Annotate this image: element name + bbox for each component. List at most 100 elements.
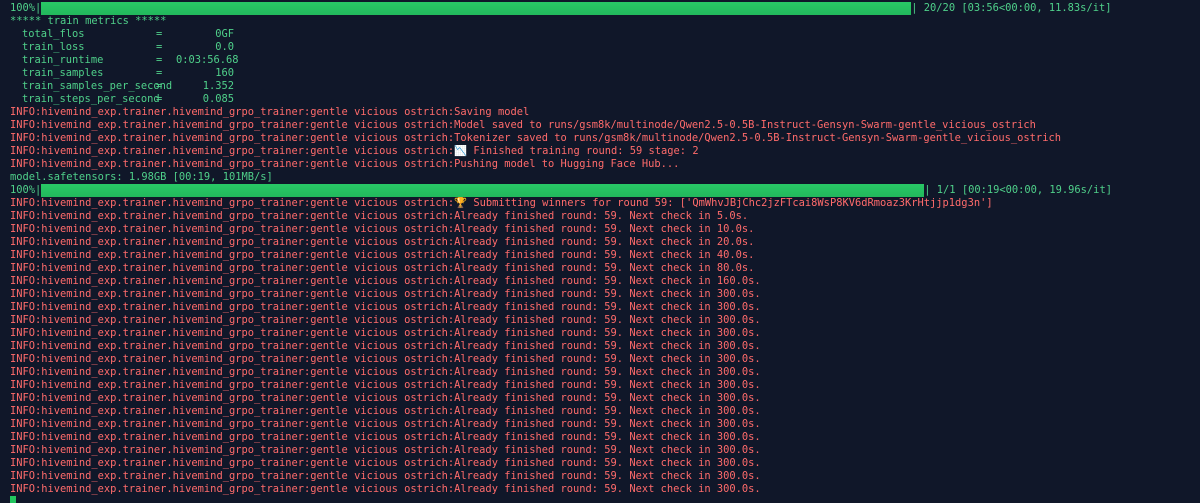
metric-key: total_flos [22, 28, 85, 40]
metric-row: train_loss = 0.0 [10, 41, 1200, 54]
log-line: INFO:hivemind_exp.trainer.hivemind_grpo_… [10, 431, 1200, 444]
metric-equals: = [156, 93, 163, 105]
metric-equals: = [156, 28, 163, 40]
log-message: Already finished round: 59. Next check i… [454, 223, 755, 235]
log-prefix: INFO:hivemind_exp.trainer.hivemind_grpo_… [10, 340, 455, 352]
log-line: INFO:hivemind_exp.trainer.hivemind_grpo_… [10, 288, 1200, 301]
log-prefix: INFO:hivemind_exp.trainer.hivemind_grpo_… [10, 249, 455, 261]
log-message: Already finished round: 59. Next check i… [454, 483, 761, 495]
log-prefix: INFO:hivemind_exp.trainer.hivemind_grpo_… [10, 158, 455, 170]
metric-key: train_steps_per_second [22, 93, 160, 105]
progress-suffix: | 1/1 [00:19<00:00, 19.96s/it] [924, 184, 1112, 196]
log-prefix: INFO:hivemind_exp.trainer.hivemind_grpo_… [10, 106, 455, 118]
prompt-line[interactable] [10, 496, 1200, 503]
log-prefix: INFO:hivemind_exp.trainer.hivemind_grpo_… [10, 210, 455, 222]
log-prefix: INFO:hivemind_exp.trainer.hivemind_grpo_… [10, 483, 455, 495]
log-prefix: INFO:hivemind_exp.trainer.hivemind_grpo_… [10, 262, 455, 274]
log-prefix: INFO:hivemind_exp.trainer.hivemind_grpo_… [10, 353, 455, 365]
log-message: Already finished round: 59. Next check i… [454, 379, 761, 391]
log-prefix: INFO:hivemind_exp.trainer.hivemind_grpo_… [10, 236, 455, 248]
log-prefix: INFO:hivemind_exp.trainer.hivemind_grpo_… [10, 314, 455, 326]
log-prefix: INFO:hivemind_exp.trainer.hivemind_grpo_… [10, 405, 455, 417]
progress-bar-line-2: 100%| | 1/1 [00:19<00:00, 19.96s/it] [10, 184, 1200, 197]
log-message: Already finished round: 59. Next check i… [454, 262, 755, 274]
metric-row: train_samples_per_second = 1.352 [10, 80, 1200, 93]
log-message: Already finished round: 59. Next check i… [454, 236, 755, 248]
progress-bar-line-1: 100%| | 20/20 [03:56<00:00, 11.83s/it] [10, 2, 1200, 15]
log-message: Finished training round: 59 stage: 2 [467, 145, 699, 157]
log-message: Already finished round: 59. Next check i… [454, 327, 761, 339]
terminal-window[interactable]: 100%| | 20/20 [03:56<00:00, 11.83s/it] **… [0, 0, 1200, 503]
log-message: Tokenizer saved to runs/gsm8k/multinode/… [454, 132, 1061, 144]
metrics-header: ***** train metrics ***** [10, 15, 167, 27]
metric-value: 1.352 [202, 80, 234, 92]
log-line: INFO:hivemind_exp.trainer.hivemind_grpo_… [10, 340, 1200, 353]
log-prefix: INFO:hivemind_exp.trainer.hivemind_grpo_… [10, 366, 455, 378]
progress-suffix: | 20/20 [03:56<00:00, 11.83s/it] [911, 2, 1112, 14]
log-message: Submitting winners for round 59: ['QmWhv… [467, 197, 993, 209]
log-prefix: INFO:hivemind_exp.trainer.hivemind_grpo_… [10, 275, 455, 287]
log-message: Already finished round: 59. Next check i… [454, 418, 761, 430]
log-line: INFO:hivemind_exp.trainer.hivemind_grpo_… [10, 275, 1200, 288]
progress-bar-fill [41, 2, 912, 15]
log-line-saving: INFO:hivemind_exp.trainer.hivemind_grpo_… [10, 106, 1200, 119]
log-message: Already finished round: 59. Next check i… [454, 405, 761, 417]
log-message: Already finished round: 59. Next check i… [454, 301, 761, 313]
log-line: INFO:hivemind_exp.trainer.hivemind_grpo_… [10, 314, 1200, 327]
log-message: Already finished round: 59. Next check i… [454, 392, 761, 404]
metric-value: 0:03:56.68 [176, 54, 239, 66]
log-message: Already finished round: 59. Next check i… [454, 366, 761, 378]
safetensors-line: model.safetensors: 1.98GB [00:19, 101MB/… [10, 171, 273, 183]
log-line: INFO:hivemind_exp.trainer.hivemind_grpo_… [10, 262, 1200, 275]
metric-equals: = [156, 54, 163, 66]
log-line-finished-training: INFO:hivemind_exp.trainer.hivemind_grpo_… [10, 145, 1200, 158]
log-message: Already finished round: 59. Next check i… [454, 353, 761, 365]
log-line: INFO:hivemind_exp.trainer.hivemind_grpo_… [10, 405, 1200, 418]
log-message: Already finished round: 59. Next check i… [454, 249, 755, 261]
terminal-cursor [10, 496, 16, 503]
metric-equals: = [156, 41, 163, 53]
already-finished-log: INFO:hivemind_exp.trainer.hivemind_grpo_… [10, 210, 1200, 496]
metric-value: 0GF [215, 28, 234, 40]
log-line: INFO:hivemind_exp.trainer.hivemind_grpo_… [10, 249, 1200, 262]
log-prefix: INFO:hivemind_exp.trainer.hivemind_grpo_… [10, 392, 455, 404]
log-prefix: INFO:hivemind_exp.trainer.hivemind_grpo_… [10, 327, 455, 339]
log-line: INFO:hivemind_exp.trainer.hivemind_grpo_… [10, 379, 1200, 392]
log-line: INFO:hivemind_exp.trainer.hivemind_grpo_… [10, 223, 1200, 236]
log-line-tokenizer-saved: INFO:hivemind_exp.trainer.hivemind_grpo_… [10, 132, 1200, 145]
log-prefix: INFO:hivemind_exp.trainer.hivemind_grpo_… [10, 223, 455, 235]
log-message: Already finished round: 59. Next check i… [454, 340, 761, 352]
log-prefix: INFO:hivemind_exp.trainer.hivemind_grpo_… [10, 444, 455, 456]
log-prefix: INFO:hivemind_exp.trainer.hivemind_grpo_… [10, 431, 455, 443]
log-message: Model saved to runs/gsm8k/multinode/Qwen… [454, 119, 1036, 131]
log-message: Already finished round: 59. Next check i… [454, 288, 761, 300]
log-message: Already finished round: 59. Next check i… [454, 275, 761, 287]
metric-key: train_samples [22, 67, 104, 79]
metric-equals: = [156, 80, 163, 92]
log-line-model-saved: INFO:hivemind_exp.trainer.hivemind_grpo_… [10, 119, 1200, 132]
log-message: Pushing model to Hugging Face Hub... [454, 158, 680, 170]
log-prefix: INFO:hivemind_exp.trainer.hivemind_grpo_… [10, 145, 455, 157]
progress-percent: 100%| [10, 2, 42, 14]
log-prefix: INFO:hivemind_exp.trainer.hivemind_grpo_… [10, 197, 455, 209]
metric-row: train_steps_per_second = 0.085 [10, 93, 1200, 106]
metric-row: train_runtime = 0:03:56.68 [10, 54, 1200, 67]
metric-value: 0.085 [202, 93, 234, 105]
log-message: Already finished round: 59. Next check i… [454, 210, 749, 222]
log-line: INFO:hivemind_exp.trainer.hivemind_grpo_… [10, 236, 1200, 249]
log-prefix: INFO:hivemind_exp.trainer.hivemind_grpo_… [10, 301, 455, 313]
chart-icon: 📉 [454, 145, 468, 157]
log-line: INFO:hivemind_exp.trainer.hivemind_grpo_… [10, 301, 1200, 314]
log-line-submitting: INFO:hivemind_exp.trainer.hivemind_grpo_… [10, 197, 1200, 210]
metrics-list: total_flos = 0GF train_loss = 0.0 train_runt… [10, 28, 1200, 106]
log-line: INFO:hivemind_exp.trainer.hivemind_grpo_… [10, 457, 1200, 470]
log-prefix: INFO:hivemind_exp.trainer.hivemind_grpo_… [10, 457, 455, 469]
log-prefix: INFO:hivemind_exp.trainer.hivemind_grpo_… [10, 418, 455, 430]
log-message: Already finished round: 59. Next check i… [454, 444, 761, 456]
log-line: INFO:hivemind_exp.trainer.hivemind_grpo_… [10, 327, 1200, 340]
log-line-pushing: INFO:hivemind_exp.trainer.hivemind_grpo_… [10, 158, 1200, 171]
log-prefix: INFO:hivemind_exp.trainer.hivemind_grpo_… [10, 119, 455, 131]
log-message: Already finished round: 59. Next check i… [454, 457, 761, 469]
metric-key: train_runtime [22, 54, 104, 66]
metric-value: 0.0 [215, 41, 234, 53]
